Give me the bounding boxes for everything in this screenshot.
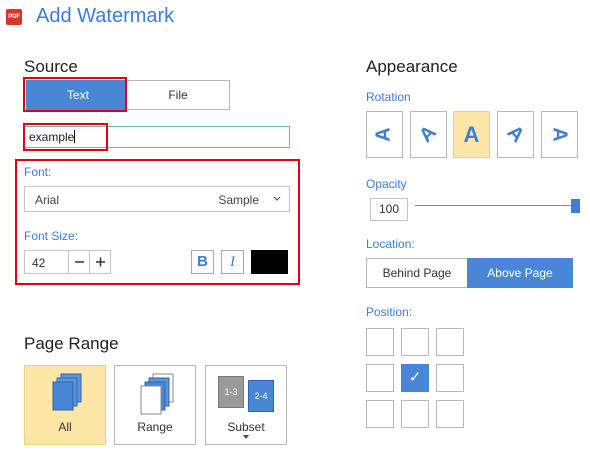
tab-file[interactable]: File xyxy=(126,80,230,110)
rotation-glyph: A xyxy=(463,122,480,147)
source-heading: Source xyxy=(24,57,78,76)
font-label: Font: xyxy=(24,165,52,179)
font-select[interactable]: Arial Sample xyxy=(24,186,290,212)
rotation-90-button[interactable]: A xyxy=(541,111,578,158)
behind-page-button[interactable]: Behind Page xyxy=(366,258,468,288)
position-bottom-left[interactable] xyxy=(366,400,394,428)
rotation-minus-90-button[interactable]: A xyxy=(366,111,403,158)
position-bottom-right[interactable] xyxy=(436,400,464,428)
opacity-slider-thumb[interactable] xyxy=(571,199,580,213)
rotation-glyph: A xyxy=(548,127,571,142)
font-size-value: 42 xyxy=(32,256,46,270)
appearance-heading: Appearance xyxy=(366,57,458,76)
font-name: Arial xyxy=(35,193,60,207)
page-range-range-label: Range xyxy=(137,420,173,434)
italic-button[interactable]: I xyxy=(221,250,244,274)
rotation-glyph: A xyxy=(502,121,529,148)
text-color-swatch[interactable] xyxy=(251,250,288,274)
annotation-highlight xyxy=(23,123,108,151)
page-range-subset-option[interactable]: 1-3 2-4 Subset xyxy=(205,365,287,445)
position-bottom-center[interactable] xyxy=(401,400,429,428)
rotation-label: Rotation xyxy=(366,90,411,104)
position-top-right[interactable] xyxy=(436,328,464,356)
position-label: Position: xyxy=(366,305,413,319)
decrease-font-size-button[interactable] xyxy=(68,251,89,273)
pdf-logo-icon: PDF xyxy=(6,9,22,25)
annotation-highlight xyxy=(23,77,127,112)
subset-first-badge: 1-3 xyxy=(218,376,244,408)
position-top-center[interactable] xyxy=(401,328,429,356)
location-label: Location: xyxy=(366,237,415,251)
rotation-0-button[interactable]: A xyxy=(453,111,490,158)
position-top-left[interactable] xyxy=(366,328,394,356)
subset-second-badge: 2-4 xyxy=(248,380,274,412)
font-size-label: Font Size: xyxy=(24,229,79,243)
page-range-range-option[interactable]: Range xyxy=(114,365,196,445)
page-range-subset-label: Subset xyxy=(227,420,265,434)
font-sample: Sample xyxy=(218,193,259,207)
checkmark-icon: ✓ xyxy=(408,369,422,386)
position-middle-right[interactable] xyxy=(436,364,464,392)
increase-font-size-button[interactable] xyxy=(89,251,110,273)
font-size-stepper[interactable]: 42 xyxy=(24,250,111,274)
page-range-all-label: All xyxy=(58,420,72,434)
page-range-heading: Page Range xyxy=(24,334,119,353)
dialog-title: Add Watermark xyxy=(36,5,175,27)
page-range-all-option[interactable]: All xyxy=(24,365,106,445)
rotation-minus-45-button[interactable]: A xyxy=(410,111,447,158)
rotation-45-button[interactable]: A xyxy=(497,111,534,158)
position-middle-left[interactable] xyxy=(366,364,394,392)
above-page-button[interactable]: Above Page xyxy=(467,258,573,288)
opacity-input[interactable]: 100 xyxy=(370,198,408,221)
rotation-glyph: A xyxy=(415,121,442,148)
chevron-down-icon xyxy=(272,191,282,210)
bold-button[interactable]: B xyxy=(191,250,214,274)
range-pages-icon xyxy=(140,373,174,415)
rotation-glyph: A xyxy=(372,127,395,142)
position-middle-center[interactable]: ✓ xyxy=(401,364,429,392)
subset-dropdown-icon[interactable] xyxy=(206,434,286,442)
all-pages-icon xyxy=(52,373,82,411)
opacity-slider-track[interactable] xyxy=(415,205,577,206)
opacity-label: Opacity xyxy=(366,177,407,191)
